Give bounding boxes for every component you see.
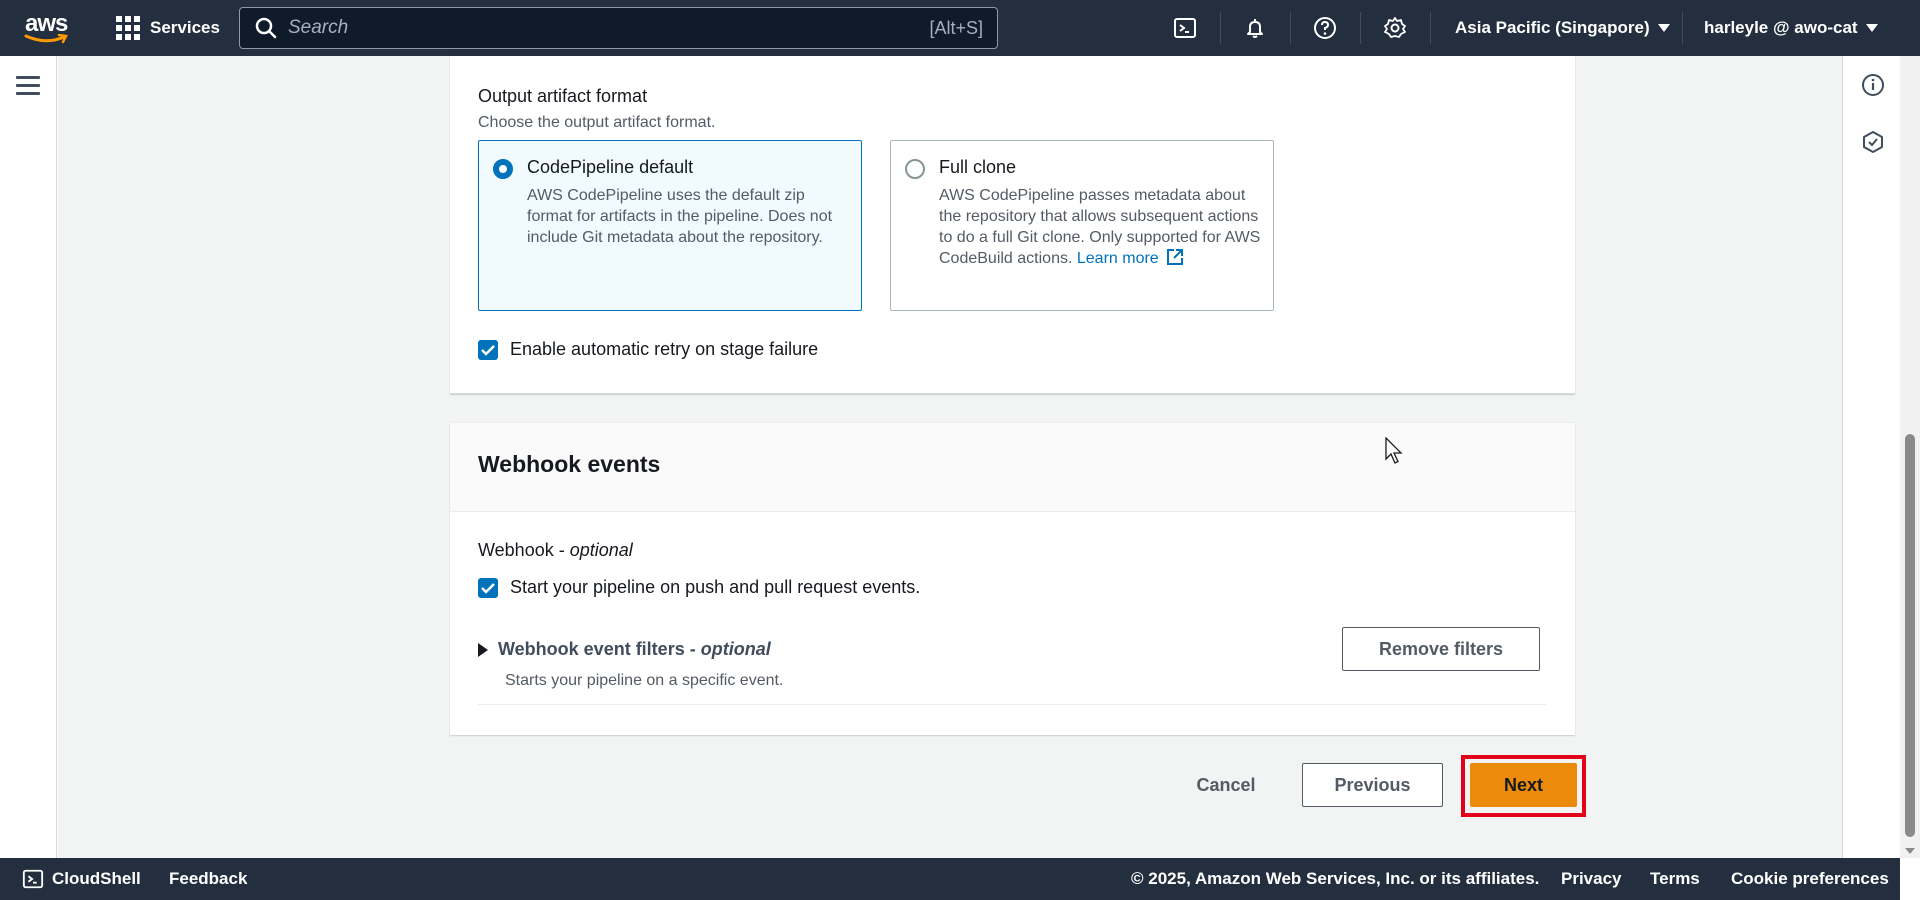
remove-filters-button[interactable]: Remove filters: [1342, 627, 1540, 671]
webhook-label: Webhook - optional: [478, 540, 633, 560]
aws-smile-icon: [24, 34, 68, 44]
bell-icon[interactable]: [1239, 12, 1271, 44]
region-selector[interactable]: Asia Pacific (Singapore): [1455, 0, 1670, 56]
scrollbar-thumb[interactable]: [1905, 434, 1915, 837]
caret-down-icon: [1657, 24, 1670, 32]
retry-checkbox[interactable]: [478, 339, 498, 360]
webhook-filters-expander[interactable]: Webhook event filters - optional: [478, 639, 771, 660]
webhook-filters-label: Webhook event filters - optional: [498, 639, 771, 659]
cloudshell-icon[interactable]: [1169, 12, 1201, 44]
account-label: harleyle @ awo-cat: [1704, 18, 1858, 37]
previous-button[interactable]: Previous: [1302, 763, 1443, 807]
cookie-preferences-link[interactable]: Cookie preferences: [1731, 858, 1889, 900]
privacy-link[interactable]: Privacy: [1561, 858, 1622, 900]
codepipeline-default-tile[interactable]: CodePipeline default AWS CodePipeline us…: [478, 140, 862, 311]
tile-title: CodePipeline default: [527, 157, 694, 177]
codepipeline-default-radio[interactable]: [493, 159, 513, 179]
webhook-filters-description: Starts your pipeline on a specific event…: [505, 672, 784, 689]
retry-checkbox-row[interactable]: Enable automatic retry on stage failure: [478, 339, 818, 360]
webhook-card-title: Webhook events: [478, 451, 661, 477]
top-navigation: aws Services [Alt+S]: [0, 0, 1920, 56]
info-icon[interactable]: [1861, 73, 1885, 102]
aws-logo[interactable]: aws: [22, 10, 72, 46]
terms-link[interactable]: Terms: [1650, 858, 1700, 900]
feedback-link[interactable]: Feedback: [169, 858, 247, 900]
search-bar[interactable]: [Alt+S]: [239, 7, 998, 49]
webhook-card-header: Webhook events: [450, 423, 1575, 512]
services-menu-button[interactable]: Services: [116, 0, 220, 56]
copyright-text: © 2025, Amazon Web Services, Inc. or its…: [1131, 869, 1540, 888]
hexagon-icon[interactable]: [1861, 130, 1885, 159]
cloudshell-icon: [22, 869, 44, 889]
full-clone-tile[interactable]: Full clone AWS CodePipeline passes metad…: [890, 140, 1274, 311]
search-shortcut-hint: [Alt+S]: [929, 17, 983, 38]
checkmark-icon: [481, 344, 495, 356]
output-artifact-label: Output artifact format: [478, 86, 648, 106]
page-scrollbar[interactable]: [1900, 56, 1920, 858]
account-menu[interactable]: harleyle @ awo-cat: [1704, 0, 1878, 56]
grid-icon: [116, 16, 140, 40]
cloudshell-label: CloudShell: [52, 869, 141, 888]
scroll-down-arrow-icon[interactable]: [1905, 848, 1915, 854]
region-label: Asia Pacific (Singapore): [1455, 18, 1650, 37]
right-tools-rail: [1842, 56, 1900, 858]
mouse-cursor-icon: [1385, 437, 1403, 464]
tile-title: Full clone: [939, 157, 1017, 177]
external-link-icon: [1167, 249, 1184, 265]
caret-down-icon: [1865, 24, 1878, 32]
output-artifact-description: Choose the output artifact format.: [478, 114, 716, 131]
tile-description: AWS CodePipeline uses the default zip fo…: [527, 187, 833, 246]
help-icon[interactable]: [1309, 12, 1341, 44]
retry-checkbox-label: Enable automatic retry on stage failure: [510, 339, 819, 359]
search-input[interactable]: [288, 17, 930, 39]
tile-description: AWS CodePipeline passes metadata about t…: [939, 185, 1264, 269]
optional-tag: optional: [569, 540, 633, 560]
footer: CloudShell Feedback © 2025, Amazon Web S…: [0, 858, 1900, 900]
caret-right-icon: [478, 642, 488, 657]
push-events-label: Start your pipeline on push and pull req…: [510, 577, 921, 597]
webhook-events-card: Webhook events Webhook - optional Start …: [450, 423, 1575, 735]
push-events-checkbox[interactable]: [478, 577, 498, 598]
settings-icon[interactable]: [1379, 12, 1411, 44]
pipeline-settings-card: Output artifact format Choose the output…: [450, 56, 1575, 394]
divider: [478, 704, 1546, 705]
cancel-button[interactable]: Cancel: [1180, 763, 1272, 807]
left-navigation-rail: [0, 56, 57, 858]
hamburger-menu-icon[interactable]: [16, 76, 40, 96]
services-label: Services: [150, 18, 220, 37]
checkmark-icon: [481, 582, 495, 594]
full-clone-radio[interactable]: [905, 159, 925, 179]
push-events-checkbox-row[interactable]: Start your pipeline on push and pull req…: [478, 577, 920, 598]
cloudshell-footer-button[interactable]: CloudShell: [22, 858, 141, 900]
learn-more-link[interactable]: Learn more: [1077, 249, 1184, 267]
search-icon: [255, 17, 277, 39]
next-button[interactable]: Next: [1470, 763, 1577, 807]
